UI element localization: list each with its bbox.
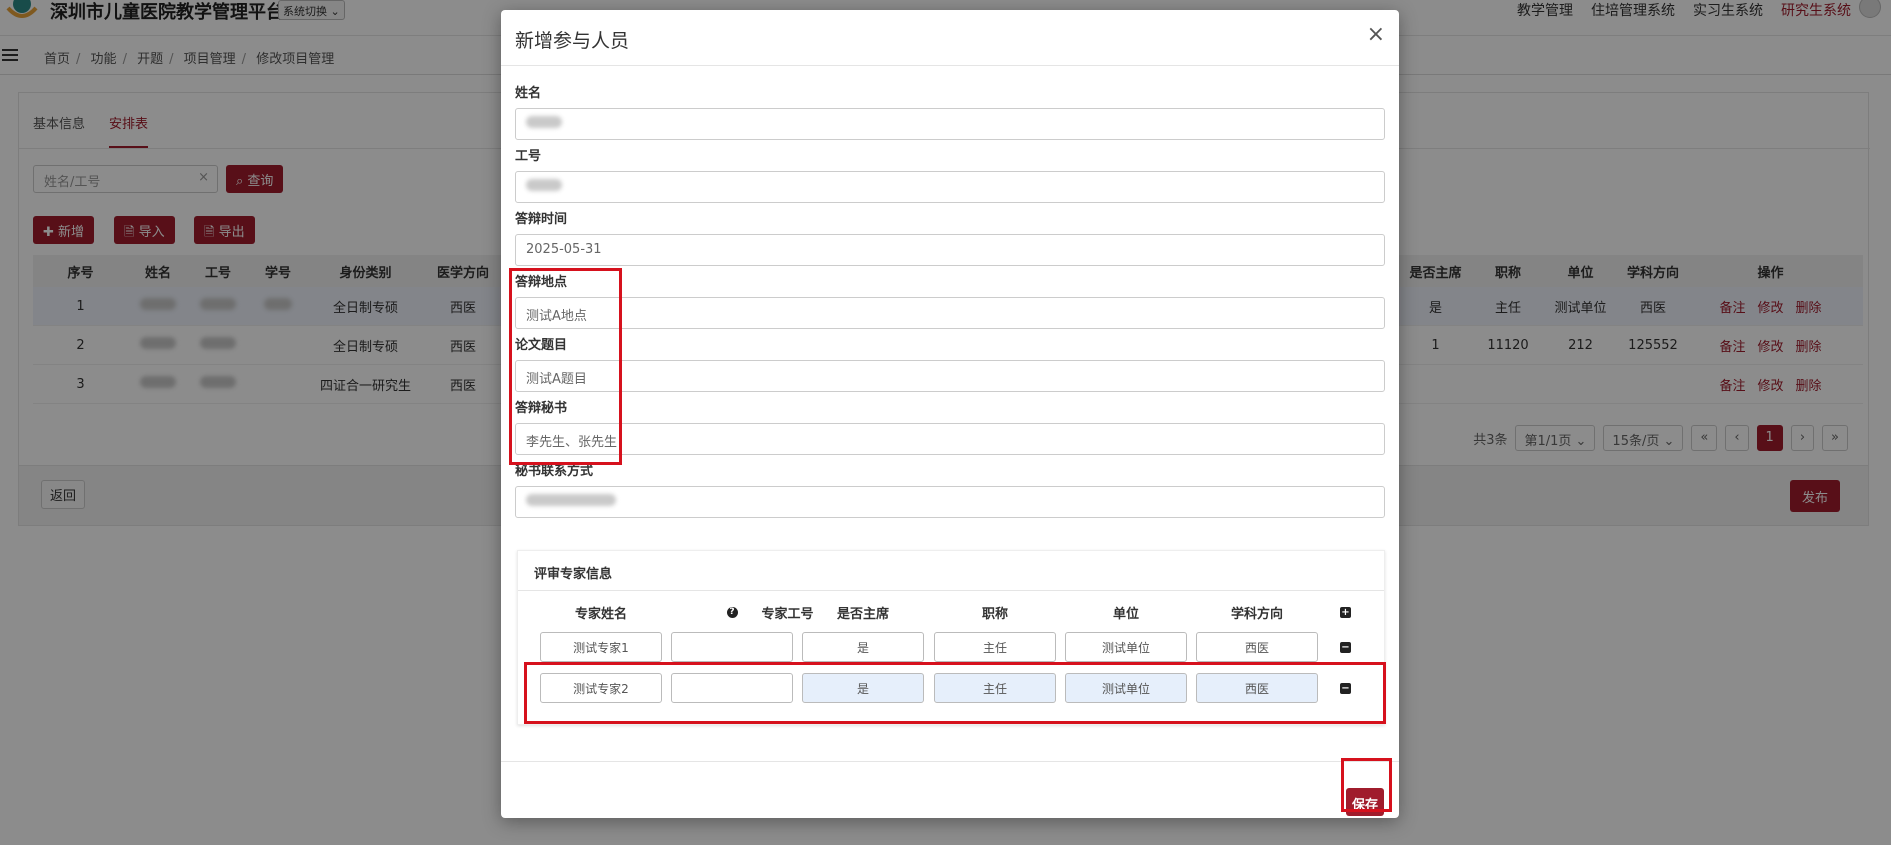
secretary-input[interactable]: 李先生、张先生 [515, 423, 1385, 455]
dialog-footer-divider [501, 761, 1399, 762]
contact-field-group: 秘书联系方式 [515, 460, 1385, 518]
id-field-group: 工号 [515, 145, 1385, 203]
expert-chair-input[interactable]: 是 [802, 632, 924, 662]
date-field-group: 答辩时间 2025-05-31 [515, 208, 1385, 266]
secretary-field-group: 答辩秘书 李先生、张先生 [515, 397, 1385, 455]
date-label: 答辩时间 [515, 212, 568, 227]
name-field-group: 姓名 [515, 82, 1385, 140]
expert-id-input[interactable] [671, 632, 793, 662]
place-label: 答辩地点 [515, 275, 568, 290]
remove-expert-icon[interactable]: − [1340, 642, 1351, 653]
expert-subject-input[interactable]: 西医 [1196, 632, 1318, 662]
name-label: 姓名 [515, 86, 542, 101]
contact-input[interactable] [515, 486, 1385, 518]
highlight-box [509, 268, 622, 465]
date-input[interactable]: 2025-05-31 [515, 234, 1385, 266]
place-field-group: 答辩地点 测试A地点 [515, 271, 1385, 329]
dialog-title: 新增参与人员 [515, 30, 630, 52]
expert-card-title: 评审专家信息 [518, 551, 1384, 591]
expert-name-input[interactable]: 测试专家1 [540, 632, 662, 662]
expert-title-input[interactable]: 主任 [934, 632, 1056, 662]
topic-label: 论文题目 [515, 338, 568, 353]
expert-row: 测试专家1 是 主任 测试单位 西医 − [518, 632, 1386, 664]
place-input[interactable]: 测试A地点 [515, 297, 1385, 329]
add-expert-icon[interactable]: + [1340, 607, 1351, 618]
secretary-label: 答辩秘书 [515, 401, 568, 416]
highlight-box [1341, 758, 1392, 812]
expert-table-header: 专家姓名 专家工号 ? 是否主席 职称 单位 学科方向 + [574, 607, 1351, 622]
close-icon[interactable]: × [1367, 22, 1385, 47]
topic-input[interactable]: 测试A题目 [515, 360, 1385, 392]
contact-label: 秘书联系方式 [515, 464, 594, 479]
name-input[interactable] [515, 108, 1385, 140]
id-input[interactable] [515, 171, 1385, 203]
add-participant-dialog: 新增参与人员 × 姓名 工号 答辩时间 2025-05-31 答辩地点 测试A地… [501, 10, 1399, 818]
expert-unit-input[interactable]: 测试单位 [1065, 632, 1187, 662]
id-label: 工号 [515, 149, 542, 164]
topic-field-group: 论文题目 测试A题目 [515, 334, 1385, 392]
highlight-box [524, 662, 1386, 724]
